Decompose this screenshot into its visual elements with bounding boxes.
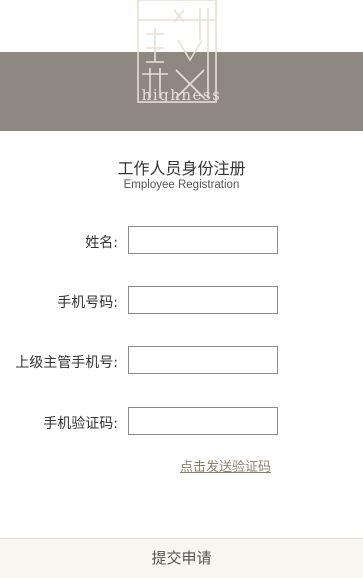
- verification-code-row: 手机验证码:: [0, 407, 363, 437]
- name-row: 姓名:: [0, 226, 363, 256]
- phone-label: 手机号码:: [57, 295, 118, 311]
- submit-button[interactable]: 提交申请: [0, 538, 363, 578]
- page-subtitle: Employee Registration: [123, 179, 240, 191]
- brand-name: highness: [141, 86, 222, 104]
- verification-code-input[interactable]: [128, 407, 278, 435]
- phone-input[interactable]: [128, 286, 278, 314]
- send-code-link[interactable]: 点击发送验证码: [180, 456, 271, 475]
- name-label: 姓名:: [85, 235, 118, 251]
- supervisor-phone-label: 上级主管手机号:: [15, 355, 118, 371]
- phone-row: 手机号码:: [0, 286, 363, 316]
- supervisor-phone-row: 上级主管手机号:: [0, 346, 363, 376]
- page-title: 工作人员身份注册: [117, 159, 246, 178]
- supervisor-phone-input[interactable]: [128, 346, 278, 374]
- name-input[interactable]: [128, 226, 278, 254]
- verification-code-label: 手机验证码:: [43, 416, 118, 432]
